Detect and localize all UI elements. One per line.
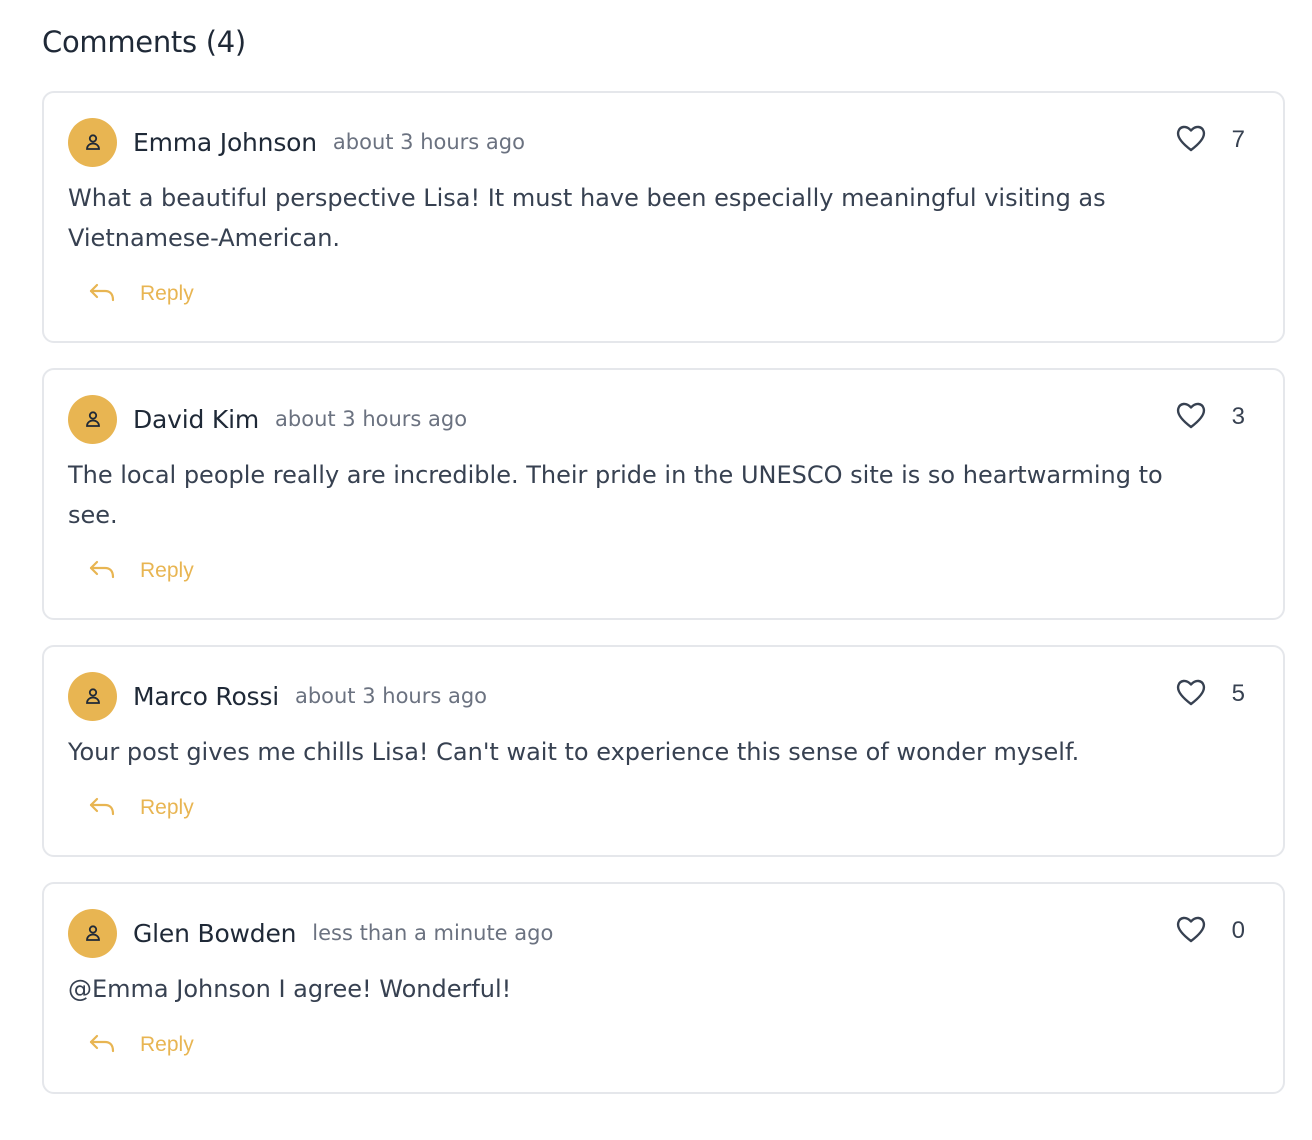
comment-text: @Emma Johnson I agree! Wonderful! [68,975,512,1003]
comments-list: Emma Johnson about 3 hours ago 7 What a … [42,91,1285,1094]
comment-author[interactable]: David Kim [133,405,259,434]
reply-arrow-icon [88,1033,116,1058]
comment-timestamp: about 3 hours ago [332,130,525,154]
like-count: 5 [1231,679,1245,707]
heart-icon [1175,677,1207,710]
like-count: 0 [1231,916,1245,944]
reply-label: Reply [140,282,194,305]
card-footer-space [68,825,1259,855]
reply-button[interactable]: Reply [88,791,194,825]
comment-author[interactable]: Marco Rossi [133,682,279,711]
comment-card: Marco Rossi about 3 hours ago 5 Your pos… [42,645,1285,857]
comment-author[interactable]: Emma Johnson [133,128,317,157]
comments-section: Comments (4) Emma Johnson about 3 hours … [0,0,1312,1094]
reply-arrow-icon [88,282,116,307]
card-footer-space [68,311,1259,341]
heart-icon [1175,123,1207,156]
reply-arrow-icon [88,559,116,584]
heart-icon [1175,400,1207,433]
comment-text: The local people really are incredible. … [68,461,1163,529]
user-icon [68,671,117,721]
reply-label: Reply [140,559,194,582]
comment-timestamp: about 3 hours ago [294,684,488,708]
reply-arrow-icon [88,796,116,821]
comment-timestamp: less than a minute ago [312,921,554,945]
comments-heading: Comments (4) [42,25,246,59]
comment-text: Your post gives me chills Lisa! Can't wa… [68,738,1080,766]
comment-card: Glen Bowden less than a minute ago 0 @Em… [42,882,1285,1094]
like-count: 3 [1231,402,1245,430]
card-footer-space [68,588,1259,618]
like-button[interactable]: 0 [1175,914,1245,947]
reply-label: Reply [140,1033,194,1056]
reply-button[interactable]: Reply [88,1028,194,1062]
reply-label: Reply [140,796,194,819]
comment-text: What a beautiful perspective Lisa! It mu… [68,184,1106,252]
comment-timestamp: about 3 hours ago [275,407,468,431]
user-icon [68,117,117,167]
like-button[interactable]: 3 [1175,400,1245,433]
like-count: 7 [1231,125,1245,153]
like-button[interactable]: 7 [1175,123,1245,156]
comment-card: Emma Johnson about 3 hours ago 7 What a … [42,91,1285,343]
comment-header: Glen Bowden less than a minute ago [68,908,1259,958]
comment-header: Marco Rossi about 3 hours ago [68,671,1259,721]
user-icon [68,394,117,444]
heart-icon [1175,914,1207,947]
comment-header: Emma Johnson about 3 hours ago [68,117,1259,167]
reply-button[interactable]: Reply [88,277,194,311]
comment-author[interactable]: Glen Bowden [133,919,296,948]
comment-header: David Kim about 3 hours ago [68,394,1259,444]
reply-button[interactable]: Reply [88,554,194,588]
comment-card: David Kim about 3 hours ago 3 The local … [42,368,1285,620]
user-icon [68,908,117,958]
card-footer-space [68,1062,1259,1092]
like-button[interactable]: 5 [1175,677,1245,710]
